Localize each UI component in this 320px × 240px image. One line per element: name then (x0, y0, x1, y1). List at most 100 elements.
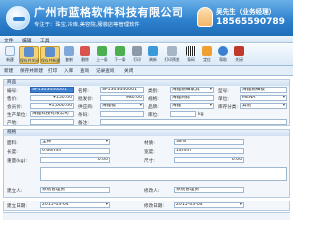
origin-field[interactable] (30, 119, 74, 125)
wholesale-label: 批发价: (78, 97, 94, 102)
category-select[interactable]: 海鑫精细家具 (170, 87, 214, 93)
logo-icon (6, 6, 30, 30)
spec-field[interactable]: 海鑫商标 (170, 95, 214, 101)
save-icon (24, 47, 34, 57)
edited-label: 修改日期: (144, 204, 164, 209)
width-field[interactable]: 14mm (174, 148, 244, 154)
product-panel-title: 商品 (4, 80, 289, 86)
length-label: 长度: (7, 150, 18, 155)
tab-print[interactable]: 打印 (48, 68, 57, 74)
copy-button[interactable]: 复制 (62, 46, 76, 64)
name-field[interactable]: SP1303040001 (100, 87, 144, 93)
location-field[interactable] (170, 111, 196, 117)
material-label: 面料: (7, 141, 18, 146)
tab-query[interactable]: 查询 (80, 68, 89, 74)
created-date-field: 2015-03-04 (40, 202, 110, 208)
vip-price-field[interactable]: ¥1,000.00 (30, 103, 74, 109)
arrow-right-icon (115, 46, 125, 56)
texture-field[interactable]: 38% (174, 139, 244, 145)
spec-panel-title: 规格 (4, 130, 289, 136)
app-window: 广州市蓝格软件科技有限公司 专注于：珠宝,冷库,美容院,服装店等管理软件 吴先生… (0, 0, 293, 223)
delete-icon (80, 46, 90, 56)
edited-date-field: 2015-03-04 (174, 202, 244, 208)
texture-label: 材质: (144, 141, 155, 146)
material-select[interactable]: 全棉 (40, 139, 110, 145)
tab-record-query[interactable]: 记录查询 (96, 68, 114, 74)
vip-price-label: 会员价: (7, 105, 23, 110)
remark-field[interactable] (100, 119, 287, 125)
code-label: 编号: (7, 89, 18, 94)
save-new-button[interactable]: 保存并新建 (40, 46, 60, 64)
barcode-field[interactable] (100, 111, 144, 117)
audit-panel: 建立日期: 2015-03-04 修改日期: 2015-03-04 (3, 201, 290, 211)
prev-button[interactable]: 上一条 (94, 46, 110, 64)
printer-icon (132, 46, 142, 56)
maker-field[interactable]: 海鑫科技有限公司 (30, 111, 74, 117)
status-strip (3, 212, 290, 220)
action-tabs: 新建 保存并新建 打印 入库 查询 记录查询 关闭 (0, 66, 293, 76)
weight-field[interactable]: 0.00 (40, 157, 110, 163)
size-field[interactable]: 0.00 (174, 157, 244, 163)
wholesale-field[interactable]: 980.00 (100, 95, 144, 101)
remark-label: 备注: (78, 121, 89, 126)
company-name: 广州市蓝格软件科技有限公司 (34, 6, 184, 19)
refresh-icon (148, 46, 158, 56)
supplier-label: 供应商: (78, 105, 94, 110)
menu-file[interactable]: 文件 (4, 37, 14, 44)
tab-stock-in[interactable]: 入库 (64, 68, 73, 74)
contact-phone: 18565590789 (216, 17, 285, 27)
preview-icon (167, 46, 177, 56)
price-field[interactable]: ¥150.00 (30, 95, 74, 101)
unit-select[interactable]: MENA (240, 95, 287, 101)
save-new-icon (45, 47, 55, 57)
barcode-button[interactable]: 条码 (184, 46, 198, 64)
code-field[interactable]: SP1303040001 (30, 87, 74, 93)
type-field[interactable]: 海鑫精细板 (240, 87, 287, 93)
weight-label: 重量(kg): (7, 159, 27, 164)
stock-category-label: 库存分类: (218, 105, 238, 110)
delete-button[interactable]: 删除 (78, 46, 92, 64)
tab-save-new[interactable]: 保存并新建 (20, 68, 43, 74)
origin-label: 产地: (7, 121, 18, 126)
new-button[interactable]: 新建 (2, 46, 18, 64)
supplier-select[interactable]: 海鑫模 (100, 103, 144, 109)
contact-name: 吴先生（业务经理） (216, 8, 276, 16)
brand-select[interactable]: 海鑫 (170, 103, 214, 109)
toolbar: 新建 保存并关闭 保存并新建 复制 删除 上一条 下一条 打印 刷新 打印预览 … (0, 44, 293, 66)
barcode-label: 条码: (78, 113, 89, 118)
menu-tools[interactable]: 工具 (40, 37, 50, 44)
creator-field: 系统管理员 (40, 187, 110, 193)
editor-field: 系统管理员 (174, 187, 244, 193)
close-icon (234, 46, 244, 56)
avatar-icon (197, 7, 213, 27)
length-field[interactable]: 0.66mm (40, 148, 110, 154)
name-label: 名称: (78, 89, 89, 94)
print-preview-button[interactable]: 打印预览 (162, 46, 182, 64)
menu-edit[interactable]: 编辑 (22, 37, 32, 44)
locate-icon (202, 46, 212, 56)
arrow-left-icon (97, 46, 107, 56)
help-button[interactable]: 帮助 (216, 46, 230, 64)
next-button[interactable]: 下一条 (112, 46, 128, 64)
close-button[interactable]: 关闭 (232, 46, 246, 64)
tab-new[interactable]: 新建 (4, 68, 13, 74)
product-panel: 商品 编号: SP1303040001 名称: SP1303040001 类别:… (3, 79, 290, 126)
barcode-icon (186, 46, 196, 56)
locate-button[interactable]: 定位 (200, 46, 214, 64)
print-button[interactable]: 打印 (130, 46, 144, 64)
menu-bar: 文件 编辑 工具 (0, 36, 293, 44)
help-icon (218, 46, 228, 56)
refresh-button[interactable]: 刷新 (146, 46, 160, 64)
contact-block: 吴先生（业务经理） 18565590789 (197, 5, 291, 31)
size-label: 尺寸: (144, 159, 155, 164)
creator-label: 建立人: (7, 189, 23, 194)
tab-close[interactable]: 关闭 (124, 68, 133, 74)
save-close-button[interactable]: 保存并关闭 (19, 46, 39, 64)
spec-label: 规格: (148, 97, 159, 102)
header-banner: 广州市蓝格软件科技有限公司 专注于：珠宝,冷库,美容院,服装店等管理软件 吴先生… (0, 0, 293, 36)
created-label: 建立日期: (7, 204, 27, 209)
new-icon (5, 46, 15, 56)
location-label: 库位: (148, 113, 159, 118)
stock-category-select[interactable]: 其他 (240, 103, 287, 109)
spec-notes-area[interactable] (40, 167, 287, 181)
